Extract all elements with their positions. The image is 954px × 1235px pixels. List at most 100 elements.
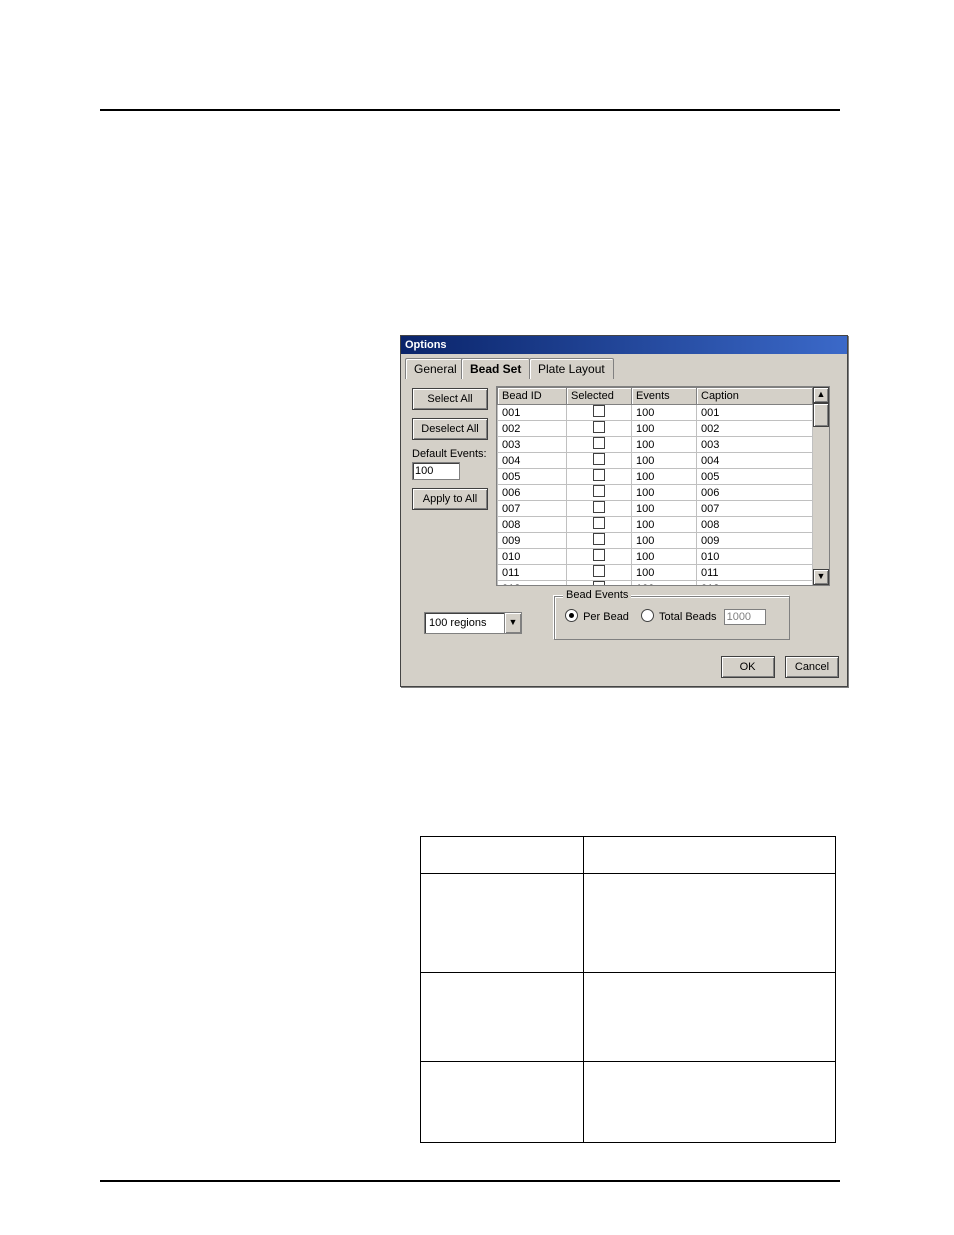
select-all-button[interactable]: Select All (412, 388, 488, 410)
cell-selected[interactable] (567, 533, 632, 549)
table-scrollbar[interactable]: ▲ ▼ (813, 387, 829, 585)
table-row[interactable]: 009100009 (498, 533, 813, 549)
table-row[interactable]: 005100005 (498, 469, 813, 485)
reference-table (420, 836, 836, 1143)
scroll-down-icon[interactable]: ▼ (813, 569, 829, 585)
cell-caption[interactable]: 010 (697, 549, 813, 565)
cell-bead-id: 012 (498, 581, 567, 587)
checkbox-icon[interactable] (593, 485, 605, 497)
cell-caption[interactable]: 009 (697, 533, 813, 549)
cell-caption[interactable]: 012 (697, 581, 813, 587)
ref-header-left (421, 837, 584, 874)
table-row[interactable]: 002100002 (498, 421, 813, 437)
chevron-down-icon[interactable]: ▼ (504, 613, 521, 633)
cell-events[interactable]: 100 (632, 581, 697, 587)
col-bead-id[interactable]: Bead ID (498, 388, 567, 405)
col-events[interactable]: Events (632, 388, 697, 405)
checkbox-icon[interactable] (593, 565, 605, 577)
table-row[interactable]: 001100001 (498, 405, 813, 421)
checkbox-icon[interactable] (593, 453, 605, 465)
checkbox-icon[interactable] (593, 581, 605, 586)
checkbox-icon[interactable] (593, 405, 605, 417)
cell-events[interactable]: 100 (632, 533, 697, 549)
cell-bead-id: 001 (498, 405, 567, 421)
cell-events[interactable]: 100 (632, 517, 697, 533)
cell-selected[interactable] (567, 501, 632, 517)
cell-bead-id: 004 (498, 453, 567, 469)
table-row[interactable]: 012100012 (498, 581, 813, 587)
cell-caption[interactable]: 005 (697, 469, 813, 485)
cell-events[interactable]: 100 (632, 469, 697, 485)
table-row[interactable]: 011100011 (498, 565, 813, 581)
table-row[interactable]: 010100010 (498, 549, 813, 565)
cell-caption[interactable]: 011 (697, 565, 813, 581)
options-dialog: Options General Bead Set Plate Layout Se… (400, 335, 848, 687)
cell-caption[interactable]: 003 (697, 437, 813, 453)
cell-selected[interactable] (567, 485, 632, 501)
cell-events[interactable]: 100 (632, 501, 697, 517)
cell-bead-id: 009 (498, 533, 567, 549)
cell-selected[interactable] (567, 437, 632, 453)
scroll-up-icon[interactable]: ▲ (813, 387, 829, 403)
cancel-button[interactable]: Cancel (785, 656, 839, 678)
apply-to-all-button[interactable]: Apply to All (412, 488, 488, 510)
cell-events[interactable]: 100 (632, 437, 697, 453)
cell-caption[interactable]: 007 (697, 501, 813, 517)
cell-caption[interactable]: 002 (697, 421, 813, 437)
checkbox-icon[interactable] (593, 533, 605, 545)
table-row[interactable]: 006100006 (498, 485, 813, 501)
cell-events[interactable]: 100 (632, 549, 697, 565)
ref-row1-left (421, 874, 584, 973)
ok-button[interactable]: OK (721, 656, 775, 678)
bead-events-groupbox: Bead Events Per Bead Total Beads (554, 596, 790, 640)
regions-combo[interactable]: 100 regions ▼ (424, 612, 522, 634)
col-selected[interactable]: Selected (567, 388, 632, 405)
checkbox-icon[interactable] (593, 501, 605, 513)
checkbox-icon[interactable] (593, 421, 605, 433)
top-horizontal-rule (100, 109, 840, 111)
cell-caption[interactable]: 004 (697, 453, 813, 469)
total-beads-input[interactable] (724, 609, 766, 625)
per-bead-radio[interactable] (565, 609, 578, 622)
table-row[interactable]: 003100003 (498, 437, 813, 453)
scroll-thumb[interactable] (813, 403, 829, 427)
cell-selected[interactable] (567, 421, 632, 437)
table-row[interactable]: 004100004 (498, 453, 813, 469)
tab-general[interactable]: General (405, 358, 466, 379)
cell-events[interactable]: 100 (632, 453, 697, 469)
cell-selected[interactable] (567, 453, 632, 469)
cell-bead-id: 003 (498, 437, 567, 453)
per-bead-label: Per Bead (583, 611, 629, 623)
cell-selected[interactable] (567, 517, 632, 533)
table-row[interactable]: 008100008 (498, 517, 813, 533)
col-caption[interactable]: Caption (697, 388, 813, 405)
cell-caption[interactable]: 008 (697, 517, 813, 533)
cell-selected[interactable] (567, 581, 632, 587)
cell-caption[interactable]: 001 (697, 405, 813, 421)
dialog-titlebar[interactable]: Options (401, 336, 847, 354)
cell-selected[interactable] (567, 549, 632, 565)
cell-events[interactable]: 100 (632, 485, 697, 501)
cell-selected[interactable] (567, 565, 632, 581)
default-events-input[interactable] (412, 462, 460, 480)
checkbox-icon[interactable] (593, 437, 605, 449)
cell-events[interactable]: 100 (632, 421, 697, 437)
deselect-all-button[interactable]: Deselect All (412, 418, 488, 440)
checkbox-icon[interactable] (593, 549, 605, 561)
cell-bead-id: 007 (498, 501, 567, 517)
table-row[interactable]: 007100007 (498, 501, 813, 517)
cell-selected[interactable] (567, 405, 632, 421)
checkbox-icon[interactable] (593, 517, 605, 529)
total-beads-radio[interactable] (641, 609, 654, 622)
default-events-label: Default Events: (412, 448, 490, 460)
cell-selected[interactable] (567, 469, 632, 485)
tab-bead-set[interactable]: Bead Set (461, 358, 530, 379)
bead-set-panel: Select All Deselect All Default Events: … (404, 380, 844, 646)
tab-plate-layout[interactable]: Plate Layout (529, 358, 614, 379)
cell-caption[interactable]: 006 (697, 485, 813, 501)
cell-events[interactable]: 100 (632, 565, 697, 581)
checkbox-icon[interactable] (593, 469, 605, 481)
cell-events[interactable]: 100 (632, 405, 697, 421)
ref-row1-right (584, 874, 836, 973)
ref-row3-right (584, 1062, 836, 1143)
